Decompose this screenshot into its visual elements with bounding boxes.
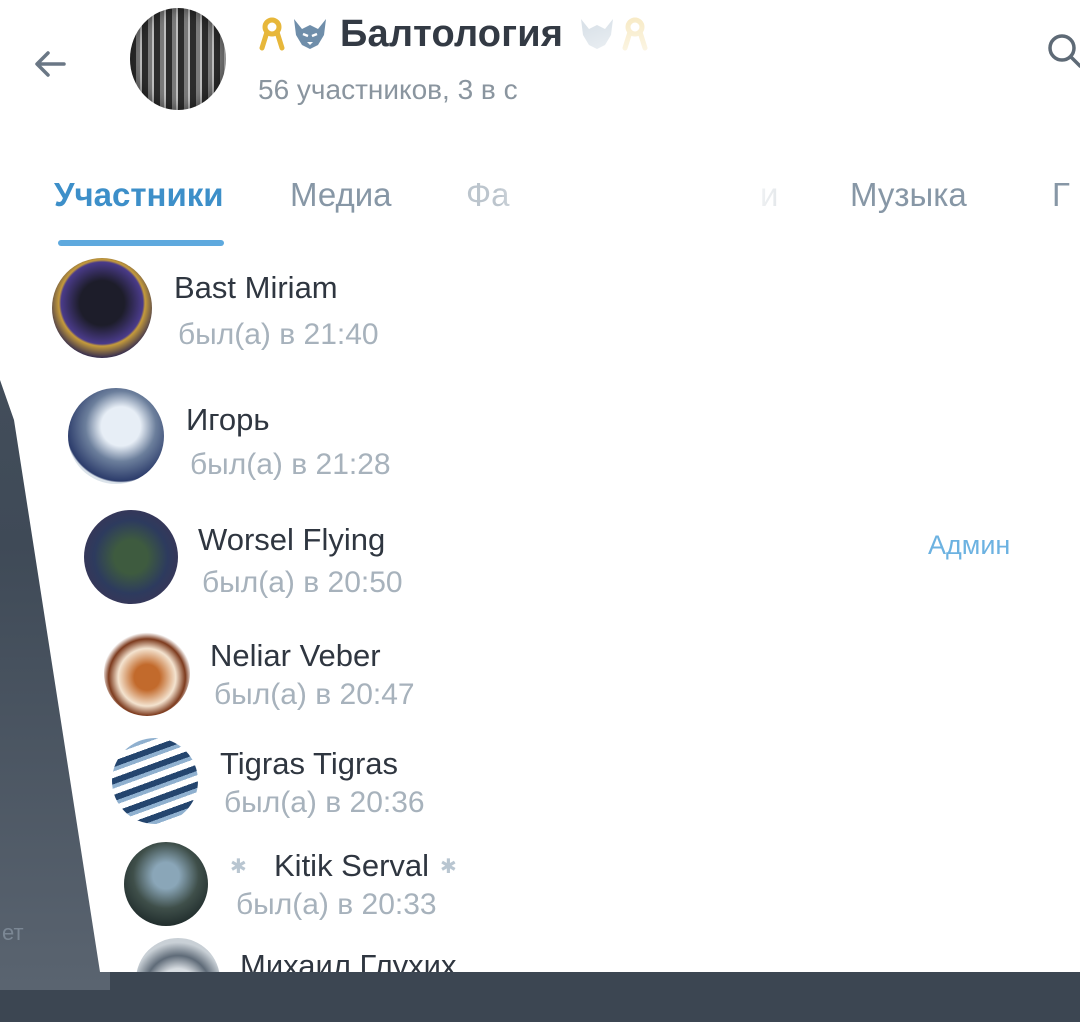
wolf-icon bbox=[294, 19, 326, 49]
list-item[interactable]: Игорь был(а) в 21:28 bbox=[68, 388, 1048, 498]
avatar bbox=[136, 938, 220, 972]
tab-members[interactable]: Участники bbox=[54, 176, 224, 214]
chat-info-screen: Балтология 56 участников, 3 в с Участник… bbox=[0, 0, 1080, 972]
admin-badge: Админ bbox=[928, 530, 1011, 560]
list-item[interactable]: Worsel Flying был(а) в 20:50 Админ bbox=[84, 510, 1064, 620]
member-status: был(а) в 21:40 bbox=[178, 318, 379, 351]
member-status: был(а) в 21:28 bbox=[190, 448, 391, 481]
avatar bbox=[68, 388, 164, 484]
chat-title-row[interactable]: Балтология bbox=[258, 12, 649, 56]
wolf-icon bbox=[581, 19, 614, 49]
member-name: Михаил Глухих bbox=[240, 948, 457, 983]
chat-avatar[interactable] bbox=[130, 8, 226, 110]
list-item[interactable]: ✱ Kitik Serval ✱ был(а) в 20:33 bbox=[124, 842, 1080, 952]
paw-icon: ✱ bbox=[230, 856, 247, 878]
member-status: был(а) в 20:50 bbox=[202, 566, 403, 599]
list-item[interactable]: Tigras Tigras был(а) в 20:36 bbox=[112, 738, 1080, 848]
back-button[interactable] bbox=[24, 38, 76, 90]
avatar bbox=[112, 738, 198, 824]
tab-files[interactable]: Фа bbox=[466, 176, 509, 214]
arrow-left-icon bbox=[35, 51, 66, 77]
list-item[interactable]: Михаил Глухих bbox=[136, 938, 1080, 972]
search-button[interactable] bbox=[1040, 28, 1080, 72]
tab-indicator bbox=[58, 240, 224, 246]
header: Балтология 56 участников, 3 в с bbox=[0, 0, 1080, 160]
member-name: Kitik Serval bbox=[274, 848, 430, 883]
chat-title: Балтология bbox=[340, 12, 564, 55]
background-fragment-text: ет bbox=[2, 920, 24, 945]
member-status: был(а) в 20:47 bbox=[214, 678, 415, 711]
member-status: был(а) в 20:36 bbox=[224, 786, 425, 819]
member-name: Tigras Tigras bbox=[220, 746, 399, 781]
tab-more[interactable]: Г bbox=[1052, 176, 1070, 214]
list-item[interactable]: Neliar Veber был(а) в 20:47 bbox=[104, 630, 1080, 740]
chat-subtitle: 56 участников, 3 в с bbox=[258, 74, 518, 105]
search-icon bbox=[1048, 34, 1080, 68]
avatar bbox=[52, 258, 152, 358]
member-name: Игорь bbox=[186, 402, 270, 437]
ribbon-icon bbox=[259, 17, 285, 51]
tab-music[interactable]: Музыка bbox=[850, 176, 967, 214]
member-name: Neliar Veber bbox=[210, 638, 381, 673]
member-name: Bast Miriam bbox=[174, 270, 338, 305]
tab-bar: Участники Медиа Фа и Музыка Г bbox=[0, 168, 1080, 250]
paw-icon: ✱ bbox=[440, 856, 457, 878]
list-item[interactable]: Bast Miriam был(а) в 21:40 bbox=[52, 258, 1032, 368]
avatar bbox=[104, 630, 190, 716]
ribbon-icon bbox=[622, 17, 648, 51]
tab-media[interactable]: Медиа bbox=[290, 176, 392, 214]
member-status: был(а) в 20:33 bbox=[236, 888, 437, 921]
tab-links[interactable]: и bbox=[760, 176, 778, 214]
member-name: Worsel Flying bbox=[198, 522, 386, 557]
avatar bbox=[84, 510, 178, 604]
avatar bbox=[124, 842, 208, 926]
